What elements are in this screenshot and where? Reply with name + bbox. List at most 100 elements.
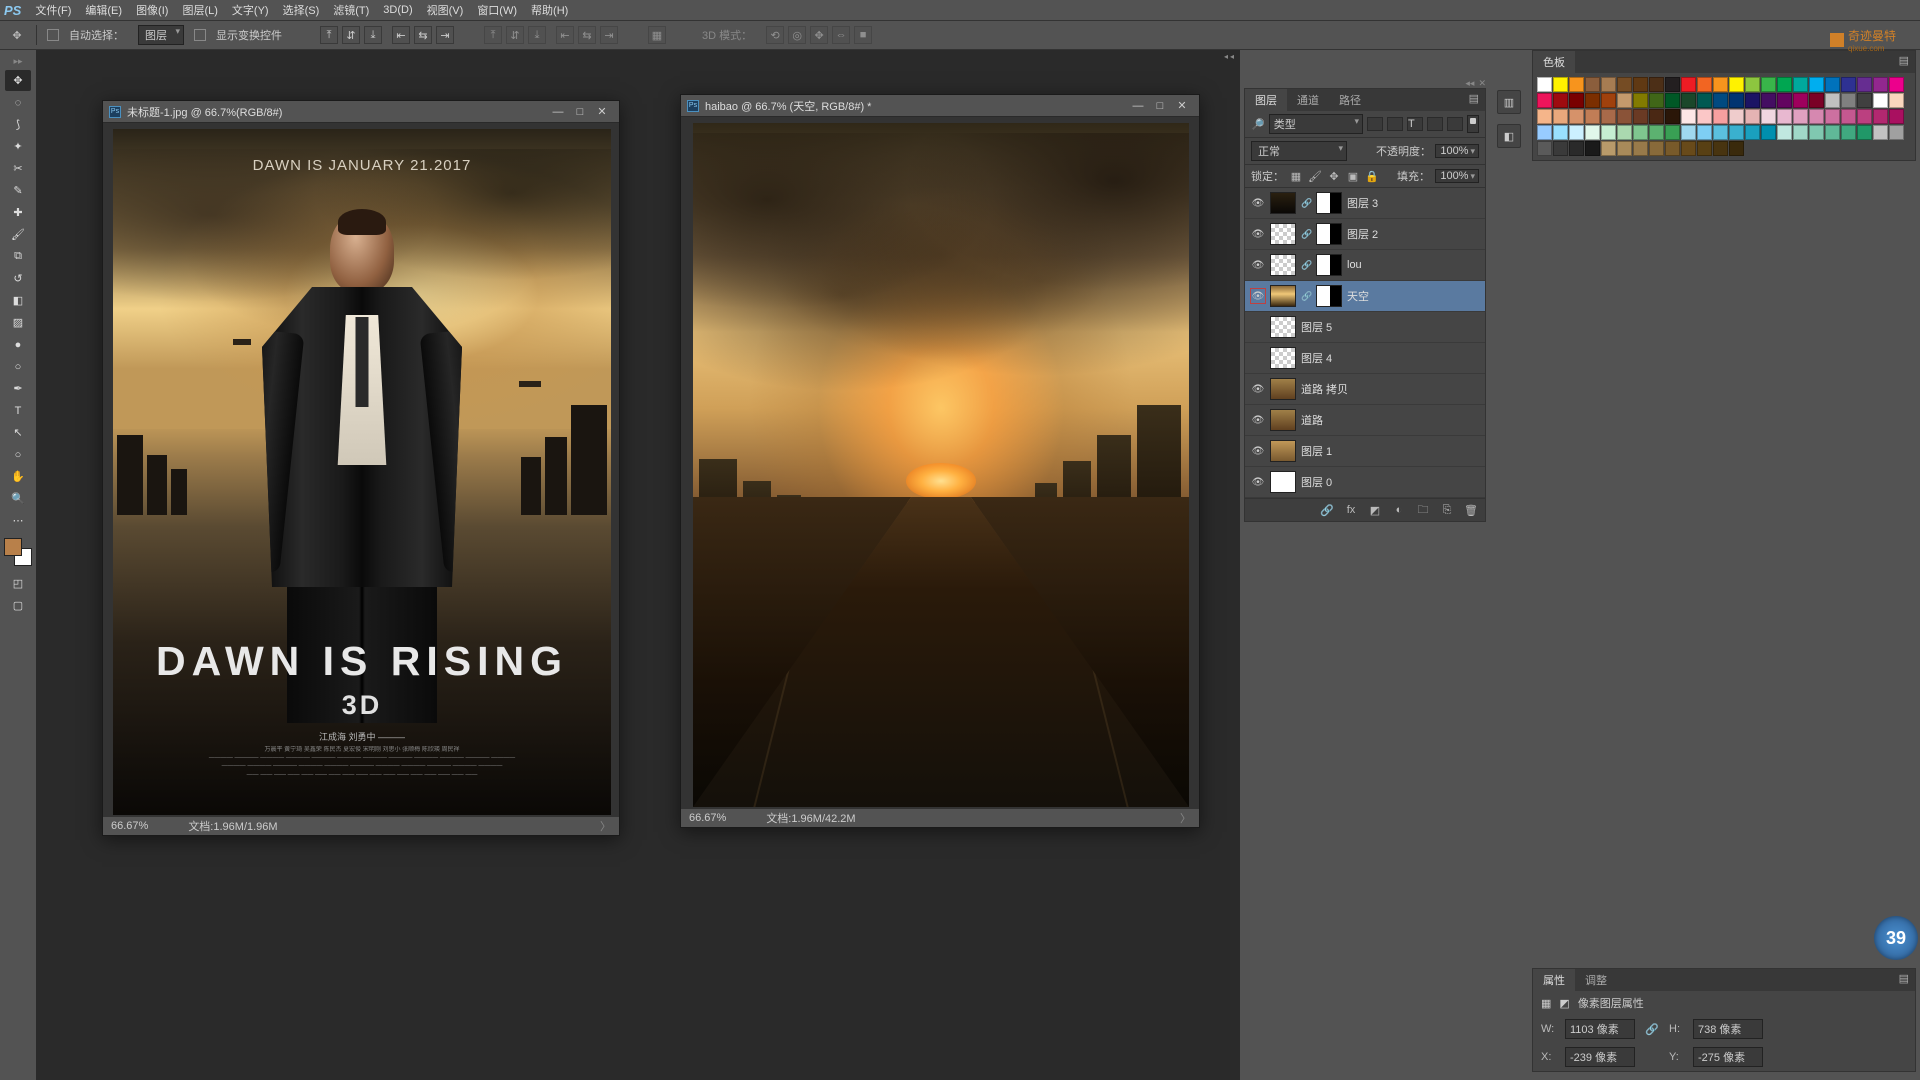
dist-hcenter-icon[interactable]: ⇆ xyxy=(578,26,596,44)
doc1-close-button[interactable]: ✕ xyxy=(591,105,613,119)
color-swatch[interactable] xyxy=(1729,125,1744,140)
color-swatch[interactable] xyxy=(1649,141,1664,156)
layer-name[interactable]: 图层 0 xyxy=(1301,474,1332,490)
layer-row[interactable]: 道路 xyxy=(1245,405,1485,436)
tab-swatches[interactable]: 色板 xyxy=(1533,51,1575,73)
layer-visibility-icon[interactable] xyxy=(1251,475,1265,489)
menu-type[interactable]: 文字(Y) xyxy=(232,2,269,18)
filter-smart-icon[interactable] xyxy=(1447,117,1463,131)
show-transform-checkbox[interactable] xyxy=(194,29,206,41)
type-tool[interactable]: T xyxy=(5,400,31,421)
fg-bg-color[interactable] xyxy=(4,538,32,566)
layer-name[interactable]: 图层 1 xyxy=(1301,443,1332,459)
layer-name[interactable]: 图层 4 xyxy=(1301,350,1332,366)
dist-vcenter-icon[interactable]: ⇵ xyxy=(506,26,524,44)
swatches-menu-icon[interactable]: ▤ xyxy=(1893,51,1915,73)
layer-visibility-icon[interactable] xyxy=(1251,196,1265,210)
color-swatch[interactable] xyxy=(1665,77,1680,92)
color-swatch[interactable] xyxy=(1697,93,1712,108)
eyedropper-tool[interactable]: ✎ xyxy=(5,180,31,201)
color-swatch[interactable] xyxy=(1585,93,1600,108)
dist-left-icon[interactable]: ⇤ xyxy=(556,26,574,44)
layer-row[interactable]: 图层 0 xyxy=(1245,467,1485,498)
doc1-canvas[interactable]: DAWN IS JANUARY 21.2017 DAWN IS RISING 3… xyxy=(103,123,619,817)
layer-thumbnail[interactable] xyxy=(1270,378,1296,400)
layer-visibility-icon[interactable] xyxy=(1251,227,1265,241)
color-swatch[interactable] xyxy=(1537,93,1552,108)
search-icon[interactable]: 🔎 xyxy=(1251,118,1265,131)
doc2-minimize-button[interactable]: — xyxy=(1127,99,1149,113)
color-swatch[interactable] xyxy=(1601,77,1616,92)
menu-window[interactable]: 窗口(W) xyxy=(477,2,517,18)
color-swatch[interactable] xyxy=(1841,77,1856,92)
wh-link-icon[interactable]: 🔗 xyxy=(1643,1022,1661,1036)
layer-name[interactable]: 图层 3 xyxy=(1347,195,1378,211)
menu-filter[interactable]: 滤镜(T) xyxy=(333,2,369,18)
color-swatch[interactable] xyxy=(1681,93,1696,108)
layer-thumbnail[interactable] xyxy=(1270,440,1296,462)
pen-tool[interactable]: ✒ xyxy=(5,378,31,399)
align-vcenter-icon[interactable]: ⇵ xyxy=(342,26,360,44)
layer-name[interactable]: 天空 xyxy=(1347,288,1369,304)
wand-tool[interactable]: ✦ xyxy=(5,136,31,157)
color-swatch[interactable] xyxy=(1665,125,1680,140)
doc2-close-button[interactable]: ✕ xyxy=(1171,99,1193,113)
color-swatch[interactable] xyxy=(1761,93,1776,108)
color-swatch[interactable] xyxy=(1713,141,1728,156)
add-mask-icon[interactable]: ◩ xyxy=(1367,503,1383,517)
color-swatch[interactable] xyxy=(1617,141,1632,156)
marquee-tool[interactable]: ◌ xyxy=(5,92,31,113)
layer-visibility-icon[interactable] xyxy=(1251,444,1265,458)
color-swatch[interactable] xyxy=(1777,93,1792,108)
color-swatch[interactable] xyxy=(1825,93,1840,108)
brush-tool[interactable]: 🖌 xyxy=(5,224,31,245)
blend-mode-select[interactable]: 正常 xyxy=(1251,141,1347,161)
doc1-docinfo[interactable]: 文档:1.96M/1.96M xyxy=(188,818,277,834)
layer-visibility-icon[interactable] xyxy=(1251,320,1265,334)
color-swatch[interactable] xyxy=(1889,109,1904,124)
dist-bottom-icon[interactable]: ⤓ xyxy=(528,26,546,44)
layer-thumbnail[interactable] xyxy=(1270,316,1296,338)
menu-image[interactable]: 图像(I) xyxy=(136,2,168,18)
lock-artboard-icon[interactable]: ▣ xyxy=(1346,169,1360,183)
tab-properties[interactable]: 属性 xyxy=(1533,969,1575,991)
align-bottom-icon[interactable]: ⤓ xyxy=(364,26,382,44)
doc1-titlebar[interactable]: Ps 未标题-1.jpg @ 66.7%(RGB/8#) — □ ✕ xyxy=(103,101,619,123)
fg-color-swatch[interactable] xyxy=(4,538,22,556)
color-swatch[interactable] xyxy=(1649,109,1664,124)
color-swatch[interactable] xyxy=(1745,125,1760,140)
filter-shape-icon[interactable] xyxy=(1427,117,1443,131)
color-swatch[interactable] xyxy=(1873,109,1888,124)
color-swatch[interactable] xyxy=(1713,93,1728,108)
layer-thumbnail[interactable] xyxy=(1270,285,1296,307)
color-swatch[interactable] xyxy=(1649,125,1664,140)
tab-layers[interactable]: 图层 xyxy=(1245,89,1287,111)
doc2-status-menu-icon[interactable]: 〉 xyxy=(1180,810,1191,826)
color-swatch[interactable] xyxy=(1585,109,1600,124)
color-swatch[interactable] xyxy=(1649,77,1664,92)
color-swatch[interactable] xyxy=(1553,141,1568,156)
opacity-value[interactable]: 100% xyxy=(1435,144,1479,158)
layer-visibility-icon[interactable] xyxy=(1251,413,1265,427)
color-swatch[interactable] xyxy=(1873,125,1888,140)
layer-mask-thumbnail[interactable] xyxy=(1316,192,1342,214)
tab-adjustments[interactable]: 调整 xyxy=(1575,969,1617,991)
color-swatch[interactable] xyxy=(1537,77,1552,92)
color-swatch[interactable] xyxy=(1553,77,1568,92)
panel-collapse-icon[interactable]: ◂◂ xyxy=(1465,78,1474,89)
color-swatch[interactable] xyxy=(1569,125,1584,140)
menu-layer[interactable]: 图层(L) xyxy=(182,2,217,18)
color-swatch[interactable] xyxy=(1729,109,1744,124)
tab-paths[interactable]: 路径 xyxy=(1329,89,1371,111)
auto-select-checkbox[interactable] xyxy=(47,29,59,41)
color-swatch[interactable] xyxy=(1761,125,1776,140)
layer-row[interactable]: 图层 1 xyxy=(1245,436,1485,467)
tab-channels[interactable]: 通道 xyxy=(1287,89,1329,111)
layer-visibility-icon[interactable] xyxy=(1251,351,1265,365)
layer-row[interactable]: 🔗图层 2 xyxy=(1245,219,1485,250)
history-brush-tool[interactable]: ↺ xyxy=(5,268,31,289)
layer-fx-icon[interactable]: fx xyxy=(1343,503,1359,517)
lock-pixels-icon[interactable]: 🖌 xyxy=(1308,169,1322,183)
color-swatch[interactable] xyxy=(1537,125,1552,140)
delete-layer-icon[interactable]: 🗑 xyxy=(1463,503,1479,517)
